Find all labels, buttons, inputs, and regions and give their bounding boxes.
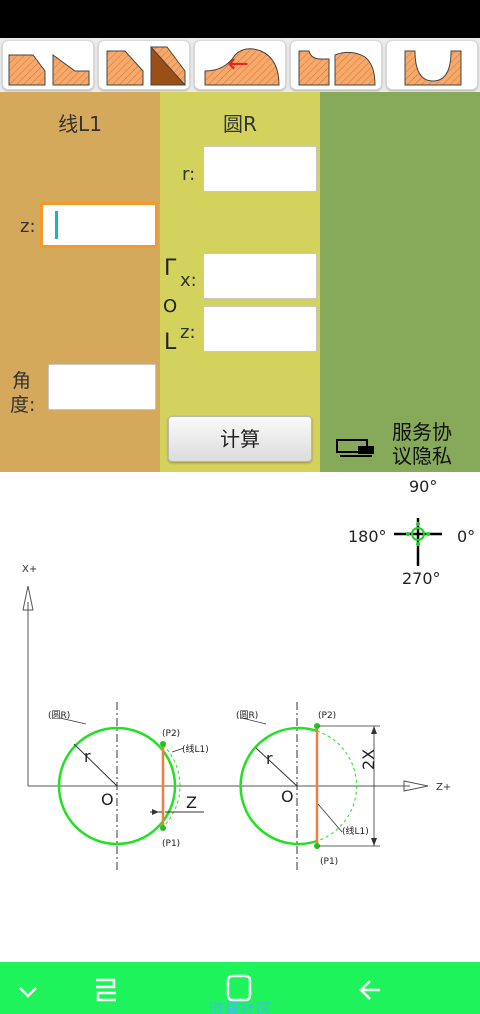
circle-r-panel: 圆R r: Γ O L x: z: <box>160 92 320 472</box>
left-origin-label: O <box>101 790 114 809</box>
profile-back-arc-button[interactable]: ← <box>194 40 286 90</box>
watermark-text: 流量社区 <box>208 1000 273 1014</box>
x-axis-label: X+ <box>22 564 37 575</box>
center-bracket-bottom: L <box>164 330 177 355</box>
z-axis <box>28 780 429 792</box>
profile-groove-button[interactable] <box>386 40 478 90</box>
step-arc-profile-icon <box>298 50 376 86</box>
line-l1-panel: 线L1 z: 角 度: <box>0 92 160 472</box>
center-z-input[interactable] <box>203 306 317 352</box>
chevron-down-icon[interactable] <box>8 970 48 1010</box>
right-p1-label: (P1) <box>320 857 338 867</box>
geometry-diagram: 90° 180° 0° 270° X+ Z+ (圆R) (线L1) (P2) (… <box>22 477 475 872</box>
compass-270-label: 270° <box>402 569 441 588</box>
left-line-label: (线L1) <box>182 743 209 755</box>
line-z-input[interactable] <box>40 202 158 248</box>
angle-label-line2: 度: <box>10 394 36 416</box>
left-p1-label: (P1) <box>162 839 180 849</box>
back-icon[interactable] <box>352 970 392 1010</box>
left-p2-label: (P2) <box>162 729 180 739</box>
right-radius-label: r <box>266 749 273 768</box>
groove-profile-icon <box>404 50 462 86</box>
projector-icon[interactable] <box>336 436 376 458</box>
center-bracket-mid: O <box>163 296 178 317</box>
calculate-button[interactable]: 计算 <box>168 416 312 462</box>
status-bar <box>0 0 480 38</box>
direction-compass <box>394 518 442 566</box>
profile-step-arc-button[interactable] <box>290 40 382 90</box>
service-agreement-link[interactable]: 服务协议隐私 <box>392 420 464 472</box>
profile-line-taper-button[interactable] <box>98 40 190 90</box>
right-2x-label: 2X <box>359 749 378 770</box>
app-screen: ← 线L1 z: 角 度: 圆R r: Γ O L x: z: 计算 服务协议隐… <box>0 0 480 1014</box>
angle-label-line1: 角 <box>12 370 32 392</box>
taper-profile-icon <box>106 45 187 86</box>
text-caret <box>55 211 58 239</box>
left-z-label: Z <box>186 793 197 812</box>
left-radius-label: r <box>84 747 91 766</box>
right-figure <box>239 702 380 872</box>
center-x-label: x: <box>180 270 197 291</box>
x-axis <box>22 585 34 786</box>
service-panel <box>320 92 480 472</box>
profile-toolbar: ← <box>0 38 480 92</box>
line-panel-title: 线L1 <box>58 112 102 136</box>
center-z-label: z: <box>180 322 196 343</box>
back-arrow-icon: ← <box>227 49 249 79</box>
right-origin-label: O <box>281 787 294 806</box>
profile-line-chamfer-button[interactable] <box>2 40 94 90</box>
angle-input[interactable] <box>48 364 156 410</box>
right-line-label: (线L1) <box>342 825 369 837</box>
line-z-label: z: <box>20 216 36 237</box>
z-axis-label: Z+ <box>436 782 451 793</box>
left-figure <box>57 702 204 872</box>
left-circle-label: (圆R) <box>48 710 70 721</box>
center-bracket-top: Γ <box>164 256 177 281</box>
right-p2-label: (P2) <box>318 711 336 721</box>
center-x-input[interactable] <box>203 253 317 299</box>
chamfer-profile-icon <box>8 54 90 86</box>
radius-label: r: <box>182 164 196 185</box>
recent-apps-icon[interactable] <box>86 970 126 1010</box>
circle-panel-title: 圆R <box>223 112 257 136</box>
radius-input[interactable] <box>203 146 317 192</box>
compass-90-label: 90° <box>409 477 437 496</box>
compass-180-label: 180° <box>348 527 387 546</box>
compass-0-label: 0° <box>457 527 475 546</box>
right-circle-label: (圆R) <box>236 710 258 721</box>
